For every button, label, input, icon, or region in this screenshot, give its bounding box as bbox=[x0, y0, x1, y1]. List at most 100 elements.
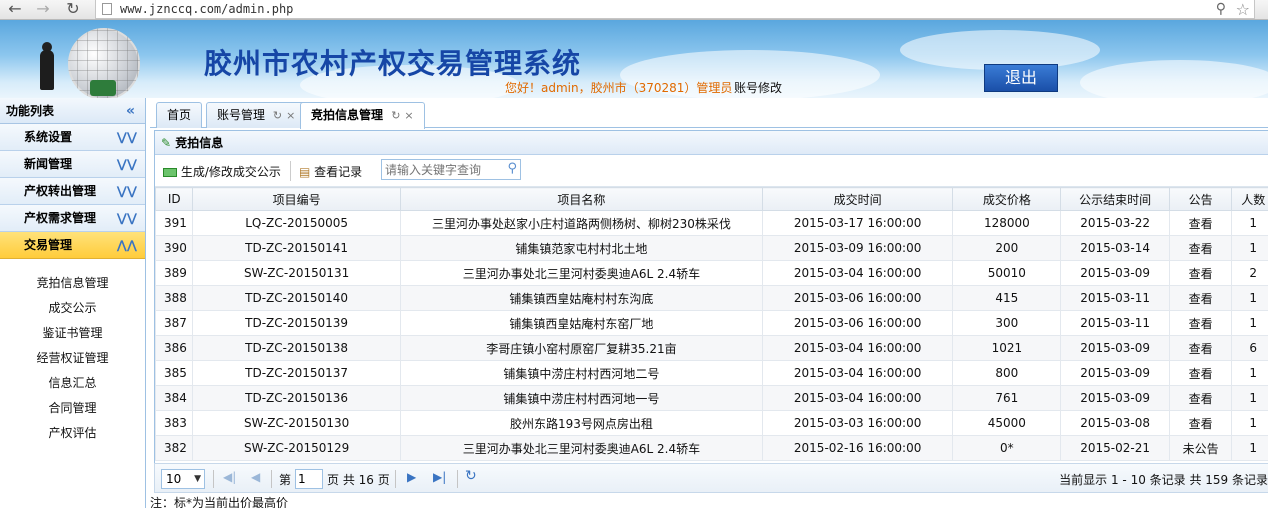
sidebar-group-system-settings[interactable]: 系统设置 ⋁⋁ bbox=[0, 124, 145, 151]
table-row[interactable]: 390 TD-ZC-20150141 铺集镇范家屯村村北土地 2015-03-09 1… bbox=[154, 235, 1268, 261]
table-cell: 铺集镇范家屯村村北土地 bbox=[399, 235, 764, 261]
close-icon[interactable]: × bbox=[404, 109, 413, 122]
prev-page-icon[interactable]: ◀ bbox=[251, 470, 260, 484]
table-cell: SW-ZC-20150130 bbox=[192, 410, 401, 436]
announcement-link[interactable]: 查看 bbox=[1168, 410, 1233, 436]
system-title: 胶州市农村产权交易管理系统 bbox=[204, 47, 582, 80]
view-records-button[interactable]: ▤ 查看记录 bbox=[299, 163, 362, 180]
column-header[interactable]: 成交时间 bbox=[762, 187, 954, 211]
footnote: 注：标*为当前出价最高价 bbox=[150, 496, 289, 508]
table-cell: 1 bbox=[1231, 360, 1268, 386]
table-cell: TD-ZC-20150136 bbox=[192, 385, 401, 411]
tab-auction-info[interactable]: 竞拍信息管理 ↻ × bbox=[300, 102, 425, 129]
search-input[interactable] bbox=[382, 160, 500, 179]
sidebar-group-transfer-out[interactable]: 产权转出管理 ⋁⋁ bbox=[0, 178, 145, 205]
sidebar-title: 功能列表 « bbox=[0, 98, 145, 124]
forward-arrow-icon[interactable]: → bbox=[32, 0, 54, 20]
table-row[interactable]: 391 LQ-ZC-20150005 三里河办事处赵家小庄村道路两侧杨树、柳树230… bbox=[154, 210, 1268, 236]
table-row[interactable]: 385 TD-ZC-20150137 铺集镇中涝庄村村西河地二号 2015-03-04… bbox=[154, 360, 1268, 386]
table-cell: 1 bbox=[1231, 285, 1268, 311]
table-cell: 三里河办事处北三里河村委奥迪A6L 2.4轿车 bbox=[399, 435, 764, 461]
table-cell: TD-ZC-20150141 bbox=[192, 235, 401, 261]
table-row[interactable]: 387 TD-ZC-20150139 铺集镇西皇姑庵村东窑厂地 2015-03-06 … bbox=[154, 310, 1268, 336]
column-header[interactable]: 项目名称 bbox=[399, 187, 764, 211]
table-body: 391 LQ-ZC-20150005 三里河办事处赵家小庄村道路两侧杨树、柳树230… bbox=[154, 210, 1268, 461]
sidebar-item-contracts[interactable]: 合同管理 bbox=[0, 396, 145, 421]
table-row[interactable]: 386 TD-ZC-20150138 李哥庄镇小窑村原窑厂复耕35.21亩 2015-… bbox=[154, 335, 1268, 361]
table-row[interactable]: 384 TD-ZC-20150136 铺集镇中涝庄村村西河地一号 2015-03-04… bbox=[154, 385, 1268, 411]
next-page-icon[interactable]: ▶ bbox=[407, 470, 416, 484]
announcement-link[interactable]: 未公告 bbox=[1168, 435, 1233, 461]
back-arrow-icon[interactable]: ← bbox=[4, 0, 26, 20]
table-cell: 铺集镇西皇姑庵村东窑厂地 bbox=[399, 310, 764, 336]
pencil-icon: ✎ bbox=[161, 136, 172, 150]
key-icon[interactable]: ⚲ bbox=[1216, 1, 1226, 17]
address-bar[interactable]: www.jznccq.com/admin.php bbox=[95, 0, 1255, 19]
reload-icon[interactable]: ↻ bbox=[62, 0, 84, 20]
announcement-link[interactable]: 查看 bbox=[1168, 235, 1233, 261]
table-cell: 2015-02-16 16:00:00 bbox=[762, 435, 954, 461]
column-header[interactable]: 人数 bbox=[1231, 187, 1268, 211]
tab-account-management[interactable]: 账号管理 ↻ × bbox=[206, 102, 307, 128]
sidebar-item-evaluation[interactable]: 产权评估 bbox=[0, 421, 145, 446]
page-number-input[interactable]: 1 bbox=[295, 469, 323, 489]
sidebar-group-demand[interactable]: 产权需求管理 ⋁⋁ bbox=[0, 205, 145, 232]
page-label-before: 第 bbox=[279, 473, 292, 487]
table-row[interactable]: 388 TD-ZC-20150140 铺集镇西皇姑庵村村东沟底 2015-03-06 … bbox=[154, 285, 1268, 311]
close-icon[interactable]: × bbox=[286, 109, 295, 122]
refresh-icon[interactable]: ↻ bbox=[465, 468, 477, 484]
first-page-icon[interactable]: ◀| bbox=[223, 470, 236, 484]
logo-badge-icon bbox=[90, 80, 116, 96]
sidebar-item-auction-info[interactable]: 竞拍信息管理 bbox=[0, 271, 145, 296]
account-modify-link[interactable]: 账号修改 bbox=[734, 79, 782, 96]
table-cell: 0* bbox=[952, 435, 1062, 461]
last-page-icon[interactable]: ▶| bbox=[433, 470, 446, 484]
table-row[interactable]: 383 SW-ZC-20150130 胶州东路193号网点房出租 2015-03-03… bbox=[154, 410, 1268, 436]
column-header[interactable]: 成交价格 bbox=[952, 187, 1062, 211]
table-cell: 铺集镇中涝庄村村西河地一号 bbox=[399, 385, 764, 411]
page-label-after: 页 共 16 页 bbox=[327, 473, 390, 487]
announcement-link[interactable]: 查看 bbox=[1168, 310, 1233, 336]
panel-title: ✎ 竞拍信息 bbox=[155, 131, 1268, 155]
sidebar-item-deal-publicity[interactable]: 成交公示 bbox=[0, 296, 145, 321]
announcement-link[interactable]: 查看 bbox=[1168, 285, 1233, 311]
records-icon: ▤ bbox=[299, 165, 311, 179]
table-cell: 200 bbox=[952, 235, 1062, 261]
sidebar-sub-list: 竞拍信息管理 成交公示 鉴证书管理 经营权证管理 信息汇总 合同管理 产权评估 bbox=[0, 259, 145, 446]
generate-publicity-button[interactable]: 生成/修改成交公示 bbox=[163, 163, 281, 180]
table-row[interactable]: 382 SW-ZC-20150129 三里河办事处北三里河村委奥迪A6L 2.4轿车… bbox=[154, 435, 1268, 461]
tab-home[interactable]: 首页 bbox=[156, 102, 203, 128]
collapse-icon[interactable]: « bbox=[126, 98, 135, 124]
table-cell: 2015-03-04 16:00:00 bbox=[762, 260, 954, 286]
column-header[interactable]: 公示结束时间 bbox=[1060, 187, 1170, 211]
table-cell: 391 bbox=[154, 210, 194, 236]
auction-table: ID 项目编号 项目名称 成交时间 成交价格 公示结束时间 公告 人数 391 LQ-ZC-20… bbox=[154, 187, 1268, 461]
table-cell: 2015-03-04 16:00:00 bbox=[762, 335, 954, 361]
refresh-icon[interactable]: ↻ bbox=[273, 109, 282, 122]
refresh-icon[interactable]: ↻ bbox=[391, 109, 400, 122]
table-cell: 761 bbox=[952, 385, 1062, 411]
announcement-link[interactable]: 查看 bbox=[1168, 210, 1233, 236]
column-header[interactable]: 项目编号 bbox=[192, 187, 401, 211]
announcement-link[interactable]: 查看 bbox=[1168, 260, 1233, 286]
sidebar-item-certificate[interactable]: 鉴证书管理 bbox=[0, 321, 145, 346]
chevron-up-icon: ⋀⋀ bbox=[116, 238, 137, 252]
sidebar-item-operating-rights[interactable]: 经营权证管理 bbox=[0, 346, 145, 371]
logout-button[interactable]: 退出 bbox=[984, 64, 1058, 92]
announcement-link[interactable]: 查看 bbox=[1168, 360, 1233, 386]
table-cell: 382 bbox=[154, 435, 194, 461]
sidebar-group-trade[interactable]: 交易管理 ⋀⋀ bbox=[0, 232, 145, 259]
table-row[interactable]: 389 SW-ZC-20150131 三里河办事处北三里河村委奥迪A6L 2.4轿车… bbox=[154, 260, 1268, 286]
page-size-select[interactable]: 10 ▼ bbox=[161, 469, 205, 489]
column-header[interactable]: 公告 bbox=[1168, 187, 1233, 211]
announcement-link[interactable]: 查看 bbox=[1168, 385, 1233, 411]
search-icon[interactable]: ⚲ bbox=[507, 161, 517, 176]
toolbar: 生成/修改成交公示 ▤ 查看记录 ⚲ bbox=[155, 155, 1268, 187]
bookmark-star-icon[interactable]: ☆ bbox=[1236, 0, 1250, 19]
sidebar-item-info-summary[interactable]: 信息汇总 bbox=[0, 371, 145, 396]
header-banner: 胶州市农村产权交易管理系统 您好！admin，胶州市（370281）管理员 账号… bbox=[0, 20, 1268, 98]
column-header[interactable]: ID bbox=[154, 187, 194, 211]
announcement-link[interactable]: 查看 bbox=[1168, 335, 1233, 361]
table-cell: 128000 bbox=[952, 210, 1062, 236]
sidebar-group-news[interactable]: 新闻管理 ⋁⋁ bbox=[0, 151, 145, 178]
